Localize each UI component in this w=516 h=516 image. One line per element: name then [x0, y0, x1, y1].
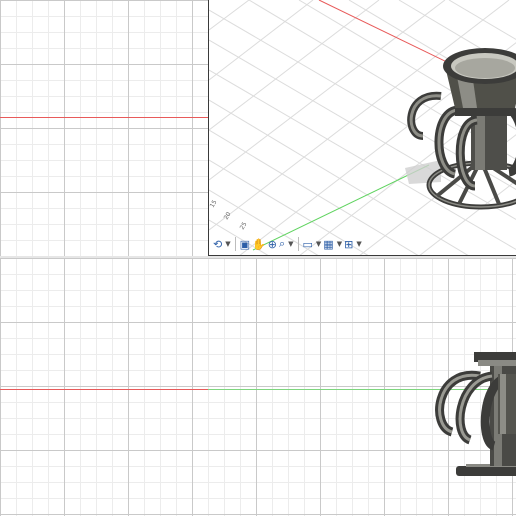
front-scene: [435, 352, 516, 476]
grid-label: 25: [239, 221, 249, 231]
viewports-icon[interactable]: ⊞: [344, 236, 353, 252]
grid-dropdown-caret[interactable]: ▼: [337, 240, 342, 248]
orbit-icon[interactable]: ⟲: [213, 236, 222, 252]
3d-model[interactable]: [405, 48, 516, 210]
grid-label: 15: [209, 199, 219, 209]
x-axis-line: [0, 117, 208, 118]
perspective-viewport[interactable]: 15 20 25 ⟲ ▼ ▣ ✋ ⊕ ⌕ ▼ ▭ ▼ ▦ ▼ ⊞ ▼: [208, 0, 516, 256]
3d-model-front[interactable]: [435, 352, 516, 476]
orbit-dropdown-caret[interactable]: ▼: [225, 240, 230, 248]
front-viewport[interactable]: [0, 258, 516, 516]
grid-settings-icon[interactable]: ▦: [323, 236, 333, 252]
navigation-bar: ⟲ ▼ ▣ ✋ ⊕ ⌕ ▼ ▭ ▼ ▦ ▼ ⊞ ▼: [209, 233, 383, 255]
viewports-dropdown-caret[interactable]: ▼: [356, 240, 361, 248]
top-viewport[interactable]: [0, 0, 208, 256]
fit-icon[interactable]: ⌕: [279, 236, 285, 252]
display-settings-icon[interactable]: ▭: [303, 236, 313, 252]
grid-label: 20: [223, 211, 233, 221]
pan-hand-icon[interactable]: ✋: [252, 236, 266, 252]
zoom-icon[interactable]: ⊕: [268, 236, 277, 252]
divider: [297, 237, 299, 251]
fit-dropdown-caret[interactable]: ▼: [288, 240, 293, 248]
display-dropdown-caret[interactable]: ▼: [316, 240, 321, 248]
look-at-icon[interactable]: ▣: [240, 236, 250, 252]
grid: [0, 0, 208, 256]
perspective-scene: 15 20 25: [209, 0, 516, 255]
divider: [234, 237, 236, 251]
